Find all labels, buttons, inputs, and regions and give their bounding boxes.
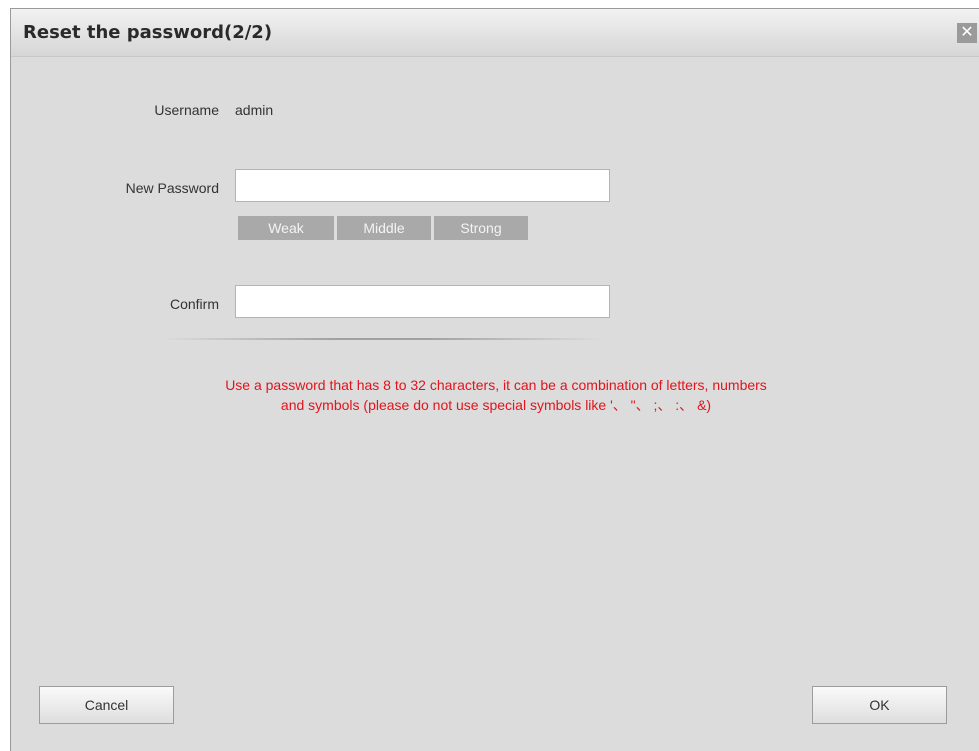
new-password-field[interactable] [235, 169, 610, 202]
username-label: Username [154, 102, 219, 118]
dialog-title: Reset the password(2/2) [23, 22, 273, 43]
strength-weak: Weak [238, 216, 334, 240]
dialog-titlebar: Reset the password(2/2) ✕ [11, 9, 979, 57]
username-value: admin [235, 102, 274, 118]
confirm-label: Confirm [169, 296, 219, 312]
password-hint: Use a password that has 8 to 32 characte… [121, 375, 871, 415]
ok-button[interactable]: OK [812, 686, 947, 724]
password-strength-meter: Weak Middle Strong [238, 216, 528, 240]
password-hint-line-2: and symbols (please do not use special s… [280, 397, 712, 413]
strength-middle: Middle [337, 216, 431, 240]
password-hint-line-1: Use a password that has 8 to 32 characte… [225, 377, 767, 393]
new-password-label: New Password [125, 180, 219, 196]
close-icon: ✕ [960, 24, 974, 41]
cancel-button[interactable]: Cancel [39, 686, 174, 724]
reset-password-dialog: Reset the password(2/2) ✕ Username admin… [10, 8, 979, 751]
divider [161, 338, 601, 340]
strength-strong: Strong [434, 216, 528, 240]
close-button[interactable]: ✕ [957, 23, 977, 43]
confirm-password-field[interactable] [235, 285, 610, 318]
